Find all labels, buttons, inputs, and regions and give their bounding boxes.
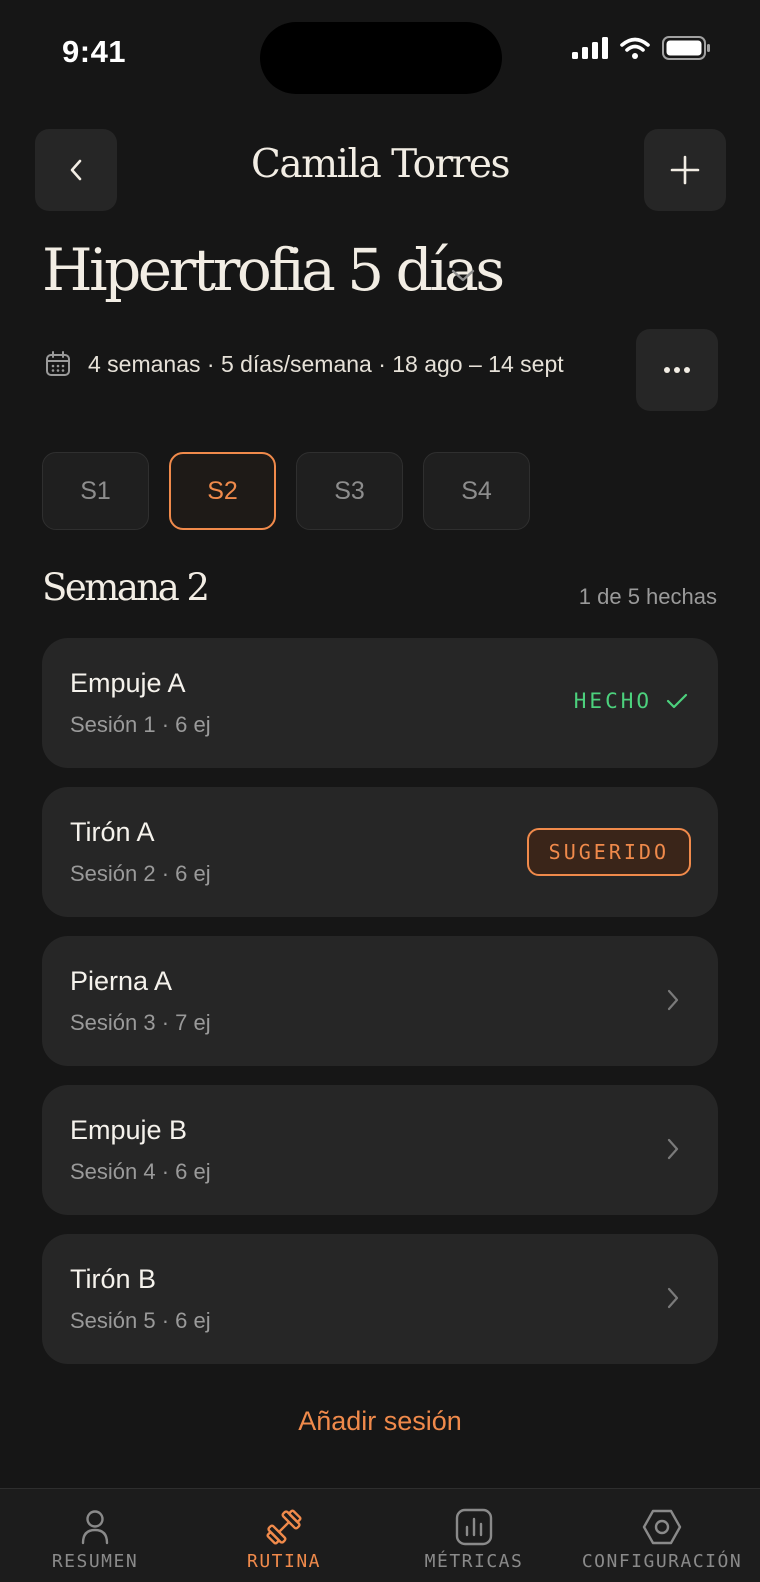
session-card[interactable]: Pierna A Sesión 3 · 7 ej [42, 936, 718, 1066]
session-name: Empuje B [70, 1115, 188, 1145]
session-list: Empuje A Sesión 1 · 6 ej HECHO Tirón A S… [42, 638, 718, 1383]
week-tab-s2[interactable]: S2 [169, 452, 276, 530]
session-details: Sesión 5 · 6 ej [70, 1308, 211, 1333]
week-progress: 1 de 5 hechas [578, 584, 717, 609]
battery-icon [662, 36, 710, 60]
chevron-down-icon[interactable] [450, 268, 476, 284]
routine-meta: 4 semanas · 5 días/semana · 18 ago – 14 … [44, 350, 564, 378]
dynamic-island [260, 22, 502, 94]
status-bar: 9:41 [0, 0, 760, 100]
session-details: Sesión 3 · 7 ej [70, 1010, 211, 1035]
chevron-right-icon [667, 1287, 679, 1309]
session-card[interactable]: Tirón B Sesión 5 · 6 ej [42, 1234, 718, 1364]
calendar-icon [46, 351, 70, 376]
check-icon [666, 693, 688, 709]
session-details: Sesión 4 · 6 ej [70, 1159, 211, 1184]
signal-icon [572, 37, 608, 59]
status-badge-label: HECHO [573, 689, 652, 713]
week-tabs: S1 S2 S3 S4 [42, 452, 530, 530]
add-button[interactable] [644, 129, 726, 211]
session-details: Sesión 1 · 6 ej [70, 712, 211, 737]
tab-label: MÉTRICAS [424, 1551, 524, 1572]
more-options-button[interactable] [636, 329, 718, 411]
tab-metricas[interactable]: MÉTRICAS [424, 1489, 524, 1582]
tab-label: CONFIGURACIÓN [581, 1551, 743, 1572]
routine-title[interactable]: Hipertrofia 5 días [42, 236, 505, 304]
routine-meta-text: 4 semanas · 5 días/semana · 18 ago – 14 … [88, 350, 564, 377]
status-time: 9:41 [62, 34, 127, 69]
tab-label: RESUMEN [51, 1551, 139, 1572]
tab-configuracion[interactable]: CONFIGURACIÓN [582, 1489, 742, 1582]
add-session-button[interactable]: Añadir sesión [0, 1406, 760, 1437]
session-card[interactable]: Empuje B Sesión 4 · 6 ej [42, 1085, 718, 1215]
session-card[interactable]: Empuje A Sesión 1 · 6 ej HECHO [42, 638, 718, 768]
tab-rutina[interactable]: RUTINA [244, 1489, 324, 1582]
tab-bar: RESUMEN RUTINA MÉTRICAS CONFIGURACIÓN [0, 1488, 760, 1582]
week-tab-s3[interactable]: S3 [296, 452, 403, 530]
dumbbell-icon [266, 1509, 302, 1545]
person-icon [81, 1510, 109, 1545]
status-icons [572, 36, 712, 60]
week-tab-s1[interactable]: S1 [42, 452, 149, 530]
session-name: Tirón B [70, 1264, 157, 1294]
more-horizontal-icon [664, 367, 690, 373]
session-card[interactable]: Tirón A Sesión 2 · 6 ej SUGERIDO [42, 787, 718, 917]
status-badge-suggested: SUGERIDO [526, 828, 691, 876]
settings-icon [642, 1509, 682, 1545]
week-tab-s4[interactable]: S4 [423, 452, 530, 530]
tab-label: RUTINA [246, 1551, 322, 1572]
session-details: Sesión 2 · 6 ej [70, 861, 211, 886]
session-name: Empuje A [70, 668, 186, 698]
wifi-icon [620, 37, 650, 59]
session-name: Pierna A [70, 966, 173, 996]
week-heading: Semana 2 [42, 566, 210, 609]
tab-resumen[interactable]: RESUMEN [50, 1489, 140, 1582]
status-badge-done: HECHO [574, 689, 688, 713]
chevron-right-icon [667, 989, 679, 1011]
plus-icon [670, 155, 700, 185]
session-name: Tirón A [70, 817, 155, 847]
chevron-right-icon [667, 1138, 679, 1160]
bar-chart-icon [455, 1508, 493, 1546]
